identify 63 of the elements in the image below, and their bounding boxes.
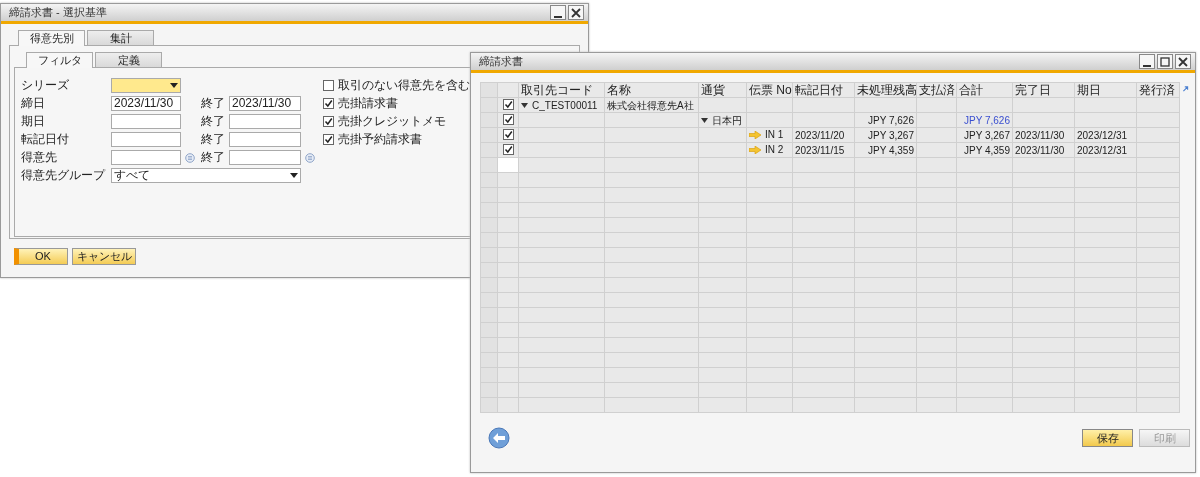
expand-arrow-icon[interactable] [701, 118, 708, 123]
tab[interactable]: 定義 [95, 52, 162, 67]
checkbox[interactable] [503, 128, 514, 140]
input-field[interactable]: 2023/11/30 [111, 96, 181, 111]
input-field[interactable] [229, 132, 301, 147]
field-label: シリーズ [21, 78, 70, 93]
expand-icon[interactable] [1182, 84, 1189, 94]
cancel-button[interactable]: キャンセル [72, 248, 136, 265]
table-cell: JPY 4,359 [868, 143, 914, 157]
field-label: 終了 [201, 96, 226, 111]
table-cell: 2023/12/31 [1077, 128, 1128, 142]
input-field[interactable] [229, 150, 301, 165]
field-label: 終了 [201, 150, 226, 165]
table-cell: 2023/11/15 [795, 143, 845, 157]
field-label: 終了 [201, 132, 226, 147]
window-title: 締請求書 - 選択基準 [9, 6, 108, 19]
field-label: 期日 [21, 114, 46, 129]
dropdown-field[interactable]: すべて [111, 168, 301, 183]
tab[interactable]: フィルタ [26, 52, 93, 68]
input-field[interactable] [229, 114, 301, 129]
table-cell: JPY 7,626 [868, 113, 914, 127]
checkbox[interactable] [323, 116, 334, 127]
checkbox[interactable] [323, 80, 334, 91]
field-label: 転記日付 [21, 132, 70, 147]
field-label: 得意先グループ [21, 168, 107, 183]
table-cell: JPY 4,359 [964, 143, 1010, 157]
input-field[interactable] [111, 150, 181, 165]
table-cell: JPY 3,267 [964, 128, 1010, 142]
checkbox[interactable] [323, 134, 334, 145]
checkbox-label: 取引のない得意先を含む [338, 78, 470, 93]
table-cell: 日本円 [712, 114, 742, 127]
input-field[interactable] [111, 114, 181, 129]
table-cell: JPY 3,267 [868, 128, 914, 142]
save-button[interactable]: 保存 [1082, 429, 1133, 447]
checkbox-label: 売掛請求書 [338, 96, 398, 111]
checkbox[interactable] [503, 113, 514, 125]
tab[interactable]: 集計 [87, 30, 154, 45]
table-cell: C_TEST00011 [532, 99, 598, 112]
dropdown-field[interactable] [111, 78, 181, 93]
table-cell: 株式会社得意先A社 [607, 98, 694, 112]
table-cell: IN 2 [765, 143, 784, 157]
field-label: 締日 [21, 96, 46, 111]
table-cell: 2023/11/30 [1015, 128, 1065, 142]
table-cell: 2023/11/20 [795, 128, 845, 142]
table-cell: IN 1 [765, 128, 784, 142]
window-title: 締請求書 [479, 55, 524, 68]
dropdown-arrow-icon [170, 83, 178, 88]
table-cell: 2023/12/31 [1077, 143, 1128, 157]
input-field[interactable] [111, 132, 181, 147]
checkbox-label: 売掛予約請求書 [338, 132, 422, 147]
input-field[interactable]: 2023/11/30 [229, 96, 301, 111]
field-label: 終了 [201, 114, 226, 129]
checkbox[interactable] [503, 98, 514, 110]
table-cell: 2023/11/30 [1015, 143, 1065, 157]
checkbox-label: 売掛クレジットメモ [338, 114, 446, 129]
tab[interactable]: 得意先別 [18, 30, 85, 46]
ok-button[interactable]: OK [14, 248, 68, 265]
dropdown-arrow-icon [290, 173, 298, 178]
table-cell: JPY 7,626 [964, 113, 1010, 127]
field-label: 得意先 [21, 150, 58, 165]
expand-arrow-icon[interactable] [521, 103, 528, 108]
checkbox[interactable] [323, 98, 334, 109]
checkbox[interactable] [503, 143, 514, 155]
